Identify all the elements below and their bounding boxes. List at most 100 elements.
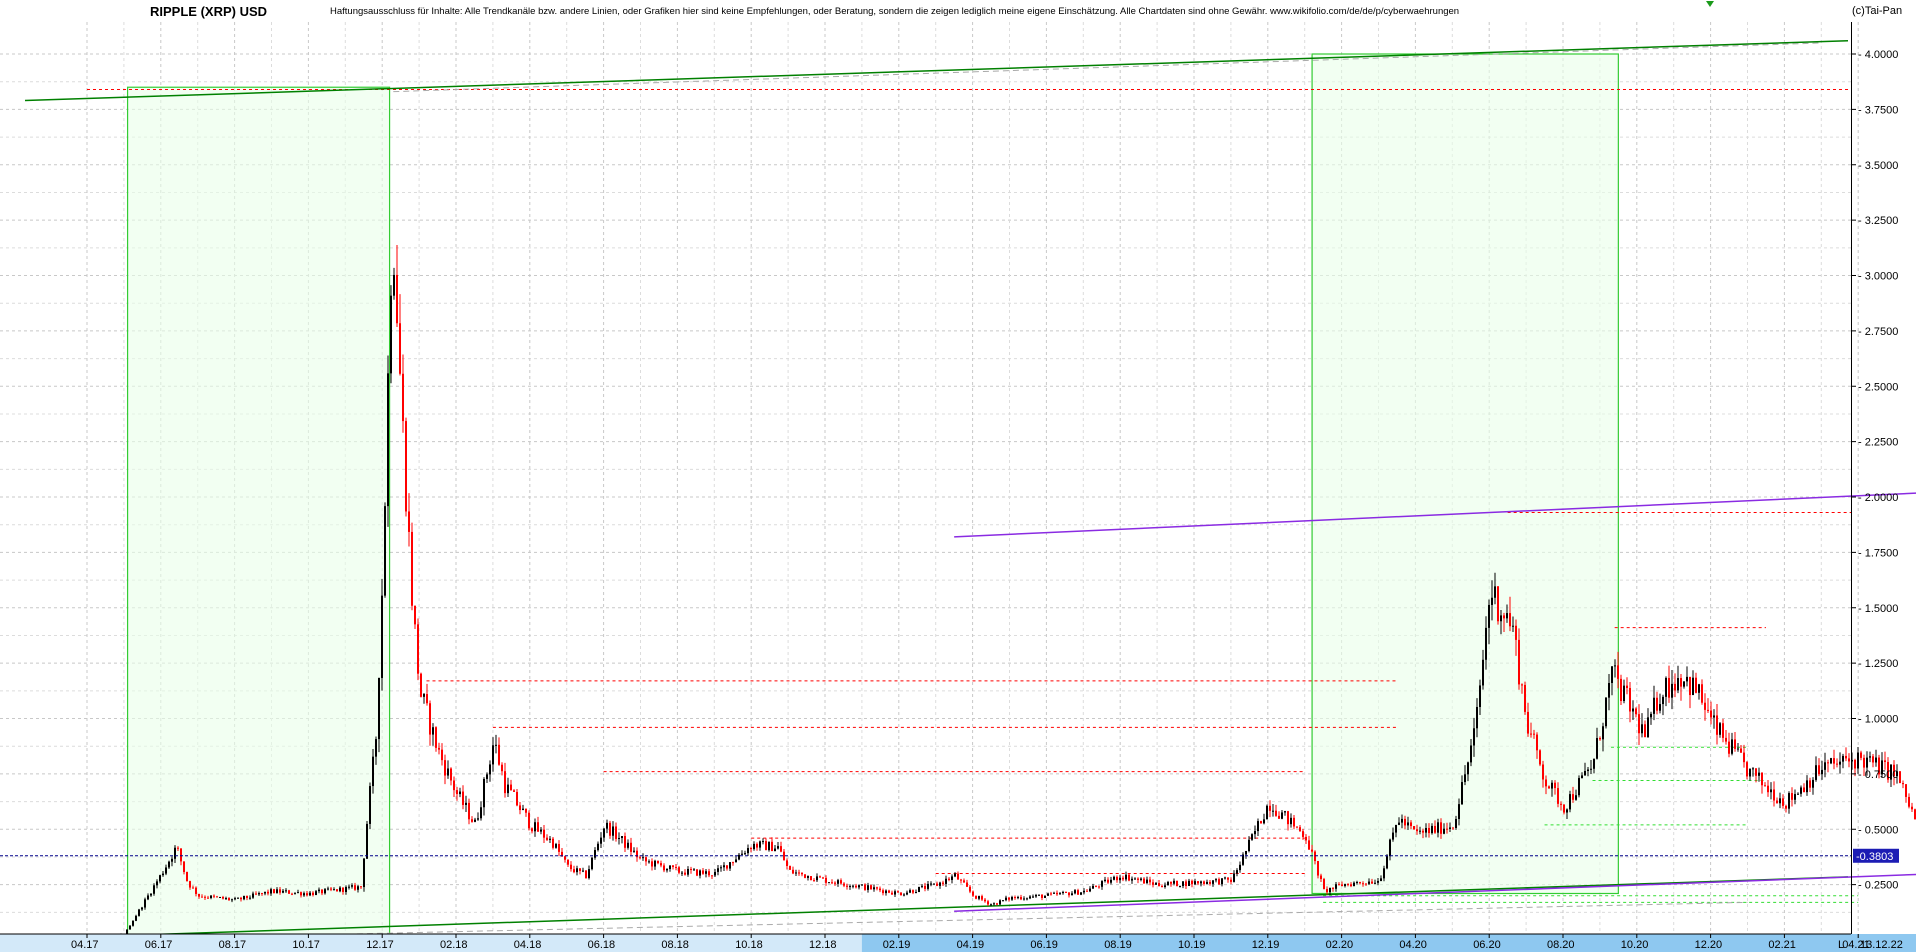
- candle-body: [1593, 758, 1595, 769]
- x-tick-label: 04.18: [514, 939, 542, 951]
- candle-body: [1620, 678, 1622, 702]
- candle-body: [126, 929, 128, 934]
- candle-body: [1308, 840, 1310, 850]
- candle-body: [639, 857, 641, 859]
- candle-body: [1083, 890, 1085, 893]
- candle-body: [1149, 879, 1151, 883]
- candle-body: [426, 694, 428, 704]
- candle-body: [1227, 877, 1229, 880]
- candle-body: [1650, 713, 1652, 718]
- candle-body: [1098, 886, 1100, 888]
- candle-body: [1344, 884, 1346, 887]
- candle-body: [1611, 666, 1613, 684]
- candle-body: [1803, 787, 1805, 793]
- candle-body: [1185, 881, 1187, 887]
- candle-body: [969, 886, 971, 892]
- candle-body: [1527, 711, 1529, 734]
- scale-mode-label: L: [1838, 939, 1844, 951]
- candle-body: [1884, 760, 1886, 762]
- candle-body: [1797, 793, 1799, 795]
- candle-body: [1071, 893, 1073, 896]
- candle-body: [594, 850, 596, 858]
- candle-body: [810, 876, 812, 881]
- y-tick-label: - 1.5000: [1858, 603, 1898, 615]
- candle-body: [1254, 831, 1256, 835]
- candle-body: [1335, 884, 1337, 889]
- candle-body: [300, 892, 302, 896]
- x-tick-label: 10.19: [1178, 939, 1206, 951]
- candle-body: [765, 841, 767, 851]
- candle-body: [1485, 627, 1487, 660]
- candle-body: [1209, 881, 1211, 884]
- candle-body: [927, 883, 929, 889]
- candle-body: [327, 888, 329, 890]
- candle-body: [165, 867, 167, 874]
- candle-body: [1050, 893, 1052, 895]
- candle-body: [762, 841, 764, 843]
- candle-body: [183, 861, 185, 872]
- candle-body: [285, 890, 287, 892]
- candle-body: [795, 872, 797, 874]
- candle-body: [711, 875, 713, 877]
- candle-body: [1503, 615, 1505, 619]
- candle-body: [237, 897, 239, 899]
- x-tick-label: 06.20: [1473, 939, 1501, 951]
- candle-body: [1404, 818, 1406, 826]
- candle-body: [1722, 723, 1724, 738]
- candle-body: [1494, 586, 1496, 598]
- candle-body: [1338, 884, 1340, 886]
- candle-body: [261, 893, 263, 895]
- candle-body: [753, 843, 755, 850]
- candle-body: [771, 841, 773, 852]
- candle-body: [1563, 804, 1565, 813]
- candle-body: [1212, 880, 1214, 884]
- candle-body: [339, 887, 341, 892]
- candle-body: [1416, 829, 1418, 832]
- candle-body: [981, 896, 983, 900]
- candle-body: [309, 892, 311, 896]
- candle-body: [1575, 795, 1577, 800]
- candle-body: [1692, 677, 1694, 696]
- candle-body: [1296, 826, 1298, 828]
- candle-body: [1749, 768, 1751, 777]
- y-tick-label: - 0.2500: [1858, 880, 1898, 892]
- candle-body: [651, 861, 653, 867]
- candle-body: [645, 857, 647, 862]
- candle-body: [1413, 826, 1415, 830]
- candle-body: [1233, 873, 1235, 882]
- candle-body: [918, 886, 920, 892]
- candle-body: [1857, 752, 1859, 769]
- candle-body: [876, 887, 878, 889]
- y-tick-label: - 3.5000: [1858, 160, 1898, 172]
- candle-body: [1908, 796, 1910, 807]
- candle-body: [222, 896, 224, 899]
- candle-body: [573, 869, 575, 873]
- candle-body: [603, 828, 605, 838]
- candle-body: [132, 920, 134, 926]
- price-chart: -0.3803 RIPPLE (XRP) USD Haftungsausschl…: [0, 0, 1916, 952]
- candle-body: [1188, 880, 1190, 887]
- candle-body: [681, 872, 683, 874]
- candle-body: [336, 889, 338, 892]
- candle-body: [933, 883, 935, 885]
- candle-body: [483, 778, 485, 808]
- candle-body: [1110, 879, 1112, 883]
- candle-body: [1116, 876, 1118, 881]
- candle-body: [801, 872, 803, 875]
- candle-body: [1122, 877, 1124, 880]
- candle-body: [180, 848, 182, 862]
- candle-body: [699, 870, 701, 876]
- candle-body: [1776, 800, 1778, 804]
- candle-body: [1314, 851, 1316, 862]
- y-tick-label: - 0.5000: [1858, 824, 1898, 836]
- candle-body: [606, 822, 608, 829]
- candle-body: [582, 870, 584, 872]
- candle-body: [201, 896, 203, 898]
- candle-body: [1665, 677, 1667, 697]
- candle-body: [1479, 685, 1481, 707]
- candle-body: [372, 756, 374, 787]
- candle-body: [270, 889, 272, 894]
- candle-body: [1491, 597, 1493, 605]
- candle-body: [1551, 782, 1553, 789]
- candle-body: [546, 837, 548, 840]
